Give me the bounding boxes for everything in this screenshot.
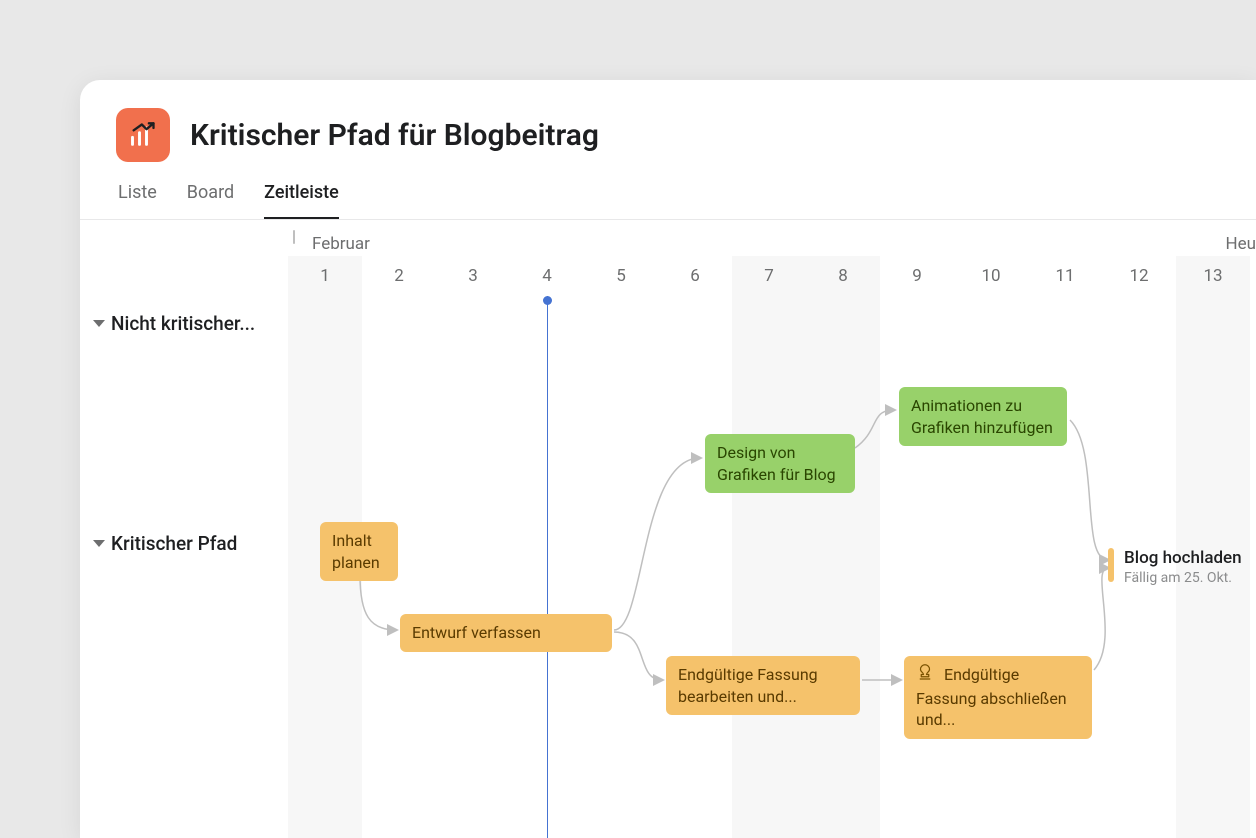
task-label: Entwurf verfassen <box>412 623 541 642</box>
tab-list[interactable]: Liste <box>118 182 157 219</box>
weekend-shade <box>1176 256 1250 838</box>
milestone-due: Fällig am 25. Okt. <box>1124 570 1242 586</box>
milestone-text: Blog hochladen Fällig am 25. Okt. <box>1124 548 1242 586</box>
today-marker <box>547 296 548 838</box>
task-label: Endgültige Fassung abschließen und... <box>916 665 1067 729</box>
month-label: Februar <box>312 234 370 254</box>
date-col: 3 <box>436 266 510 286</box>
date-col: 1 <box>288 266 362 286</box>
date-row: 1 2 3 4 5 6 7 8 9 10 11 12 13 <box>80 266 1256 294</box>
task-label: Endgültige Fassung bearbeiten und... <box>678 665 818 706</box>
date-col: 13 <box>1176 266 1250 286</box>
task-final-complete[interactable]: Endgültige Fassung abschließen und... <box>904 656 1092 739</box>
stamp-icon <box>916 664 934 688</box>
date-col: 12 <box>1102 266 1176 286</box>
caret-down-icon <box>93 320 105 327</box>
weekend-shade <box>732 256 806 838</box>
milestone-bar <box>1108 548 1114 582</box>
caret-down-icon <box>93 540 105 547</box>
project-icon <box>116 108 170 162</box>
task-label: Design von Grafiken für Blog <box>717 443 836 484</box>
task-draft[interactable]: Entwurf verfassen <box>400 614 612 652</box>
section-non-critical[interactable]: Nicht kritischer... <box>93 312 255 335</box>
month-tick <box>293 230 295 244</box>
today-label: Heu <box>1225 234 1256 254</box>
date-col: 5 <box>584 266 658 286</box>
date-col: 9 <box>880 266 954 286</box>
tab-timeline[interactable]: Zeitleiste <box>264 182 339 219</box>
date-col: 8 <box>806 266 880 286</box>
weekend-shade <box>806 256 880 838</box>
section-critical[interactable]: Kritischer Pfad <box>93 532 237 555</box>
today-marker-dot <box>543 296 552 305</box>
task-final-edit[interactable]: Endgültige Fassung bearbeiten und... <box>666 656 860 715</box>
section-label: Kritischer Pfad <box>111 532 237 555</box>
chart-trend-icon <box>129 121 157 149</box>
date-col: 2 <box>362 266 436 286</box>
task-animations[interactable]: Animationen zu Grafiken hinzufügen <box>899 387 1067 446</box>
tabs: Liste Board Zeitleiste <box>116 182 1220 219</box>
date-col: 4 <box>510 266 584 286</box>
task-label: Animationen zu Grafiken hinzufügen <box>911 396 1053 437</box>
section-label: Nicht kritischer... <box>111 312 255 335</box>
task-label: Inhalt planen <box>332 531 380 572</box>
header: Kritischer Pfad für Blogbeitrag Liste Bo… <box>80 80 1256 219</box>
date-col: 10 <box>954 266 1028 286</box>
title-row: Kritischer Pfad für Blogbeitrag <box>116 108 1220 162</box>
tab-board[interactable]: Board <box>187 182 234 219</box>
milestone-title: Blog hochladen <box>1124 548 1242 568</box>
app-window: Kritischer Pfad für Blogbeitrag Liste Bo… <box>80 80 1256 838</box>
date-col: 6 <box>658 266 732 286</box>
task-design-graphics[interactable]: Design von Grafiken für Blog <box>705 434 855 493</box>
date-col: 7 <box>732 266 806 286</box>
milestone-blog-upload[interactable]: Blog hochladen Fällig am 25. Okt. <box>1108 548 1242 586</box>
dependency-lines <box>80 220 1256 838</box>
date-col: 11 <box>1028 266 1102 286</box>
timeline-area: Februar Heu 1 2 3 4 5 6 7 8 9 10 11 12 1… <box>80 220 1256 838</box>
task-plan-content[interactable]: Inhalt planen <box>320 522 398 581</box>
project-title: Kritischer Pfad für Blogbeitrag <box>190 118 599 153</box>
